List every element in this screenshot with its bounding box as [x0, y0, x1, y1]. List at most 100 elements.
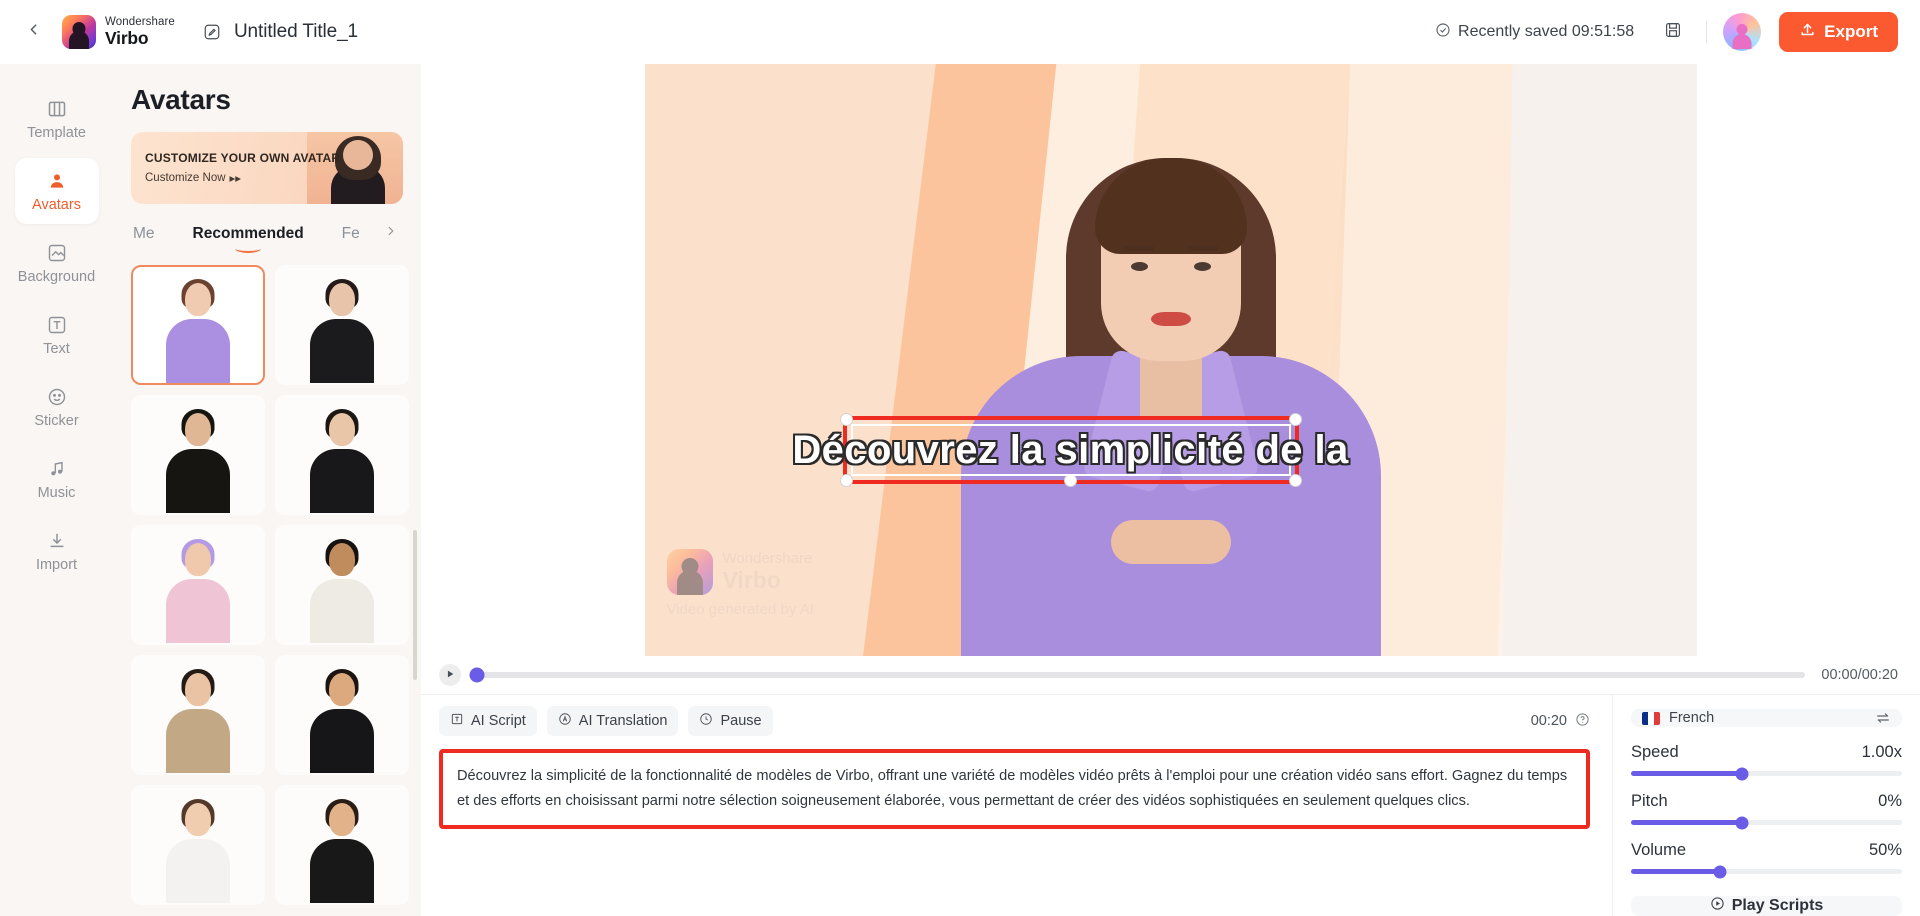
help-circle-icon[interactable] — [1575, 712, 1590, 731]
avatar-card-1[interactable] — [275, 265, 409, 385]
video-stage: Wondershare Virbo Video generated by AI … — [421, 64, 1920, 656]
avatar-card-4[interactable] — [131, 525, 265, 645]
ai-translation-label: AI Translation — [578, 713, 668, 729]
resize-handle-bottom-center[interactable] — [1063, 474, 1077, 487]
tab-female[interactable]: Fe — [340, 225, 362, 243]
avatar-card-0[interactable] — [131, 265, 265, 385]
sidebar-item-background[interactable]: Background — [15, 230, 99, 296]
sidebar-item-template[interactable]: Template — [15, 86, 99, 152]
script-toolbar: AI Script AI Translation Pause 00:20 — [439, 695, 1590, 747]
promo-cta[interactable]: Customize Now ▸▸ — [145, 171, 340, 185]
swap-arrows-icon[interactable] — [1875, 710, 1891, 726]
avatars-panel: Avatars CUSTOMIZE YOUR OWN AVATAR Custom… — [113, 64, 421, 916]
resize-handle-top-right[interactable] — [1288, 413, 1302, 426]
play-scripts-button[interactable]: Play Scripts — [1631, 896, 1902, 916]
speed-slider[interactable] — [1631, 767, 1902, 780]
avatar-card-3[interactable] — [275, 395, 409, 515]
lower-section: AI Script AI Translation Pause 00:20 Déc… — [421, 694, 1920, 916]
document-title[interactable]: Untitled Title_1 — [234, 21, 358, 43]
speed-control: Speed 1.00x — [1631, 743, 1902, 780]
sidebar-item-label: Music — [37, 484, 76, 501]
virbo-app-window: Wondershare Virbo Untitled Title_1 Recen… — [0, 0, 1920, 916]
edit-pencil-icon[interactable] — [203, 23, 222, 42]
pitch-slider[interactable] — [1631, 816, 1902, 829]
upload-icon — [1799, 21, 1816, 43]
tab-recommended[interactable]: Recommended — [191, 225, 306, 243]
sidebar-item-import[interactable]: Import — [15, 518, 99, 584]
sticker-smiley-icon — [46, 386, 68, 408]
ai-translation-button[interactable]: AI Translation — [546, 706, 679, 736]
resize-handle-top-left[interactable] — [839, 413, 853, 426]
avatar-presenter[interactable] — [956, 116, 1386, 656]
pitch-value: 0% — [1878, 792, 1902, 810]
sidebar-item-label: Sticker — [34, 412, 79, 429]
virbo-logo-icon — [62, 15, 96, 49]
export-button-label: Export — [1824, 22, 1878, 41]
volume-slider[interactable] — [1631, 865, 1902, 878]
subtitle-text: Découvrez la simplicité de la — [792, 427, 1349, 472]
virbo-watermark: Wondershare Virbo Video generated by AI — [666, 549, 814, 618]
avatar-grid — [131, 265, 409, 905]
resize-handle-bottom-right[interactable] — [1288, 474, 1302, 487]
save-button[interactable] — [1656, 15, 1690, 49]
avatar-card-2[interactable] — [131, 395, 265, 515]
avatar-person-icon — [46, 170, 68, 192]
sidebar-item-label: Import — [35, 556, 78, 573]
top-bar-right-group: Recently saved 09:51:58 Export — [1435, 12, 1898, 52]
tabs-next-button[interactable] — [384, 224, 398, 243]
script-duration: 00:20 — [1530, 713, 1567, 729]
ai-script-label: AI Script — [471, 713, 526, 729]
panel-scrollbar-track[interactable] — [413, 275, 419, 906]
presenter-mouth — [1150, 312, 1191, 326]
seek-slider-thumb[interactable] — [469, 667, 485, 683]
ai-script-button[interactable]: AI Script — [439, 706, 537, 736]
save-status-text: Recently saved 09:51:58 — [1458, 23, 1635, 40]
speed-label: Speed — [1631, 743, 1679, 761]
sidebar-item-avatars[interactable]: Avatars — [14, 158, 99, 224]
avatar-card-9[interactable] — [275, 785, 409, 905]
avatar-card-8[interactable] — [131, 785, 265, 905]
play-button[interactable] — [439, 664, 461, 686]
presenter-brow — [1187, 246, 1218, 251]
script-panel: AI Script AI Translation Pause 00:20 Déc… — [421, 695, 1612, 916]
floppy-save-icon — [1664, 21, 1682, 44]
customize-avatar-promo[interactable]: CUSTOMIZE YOUR OWN AVATAR Customize Now … — [131, 132, 403, 204]
language-name: French — [1669, 710, 1715, 726]
playback-time: 00:00/00:20 — [1821, 667, 1898, 683]
sidebar-item-text[interactable]: Text — [15, 302, 99, 368]
import-download-icon — [46, 530, 68, 552]
subtitle-selection-box[interactable]: Découvrez la simplicité de la — [792, 413, 1348, 487]
script-textarea[interactable]: Découvrez la simplicité de la fonctionna… — [439, 749, 1590, 830]
panel-scrollbar-thumb[interactable] — [413, 530, 417, 680]
user-avatar[interactable] — [1723, 13, 1762, 51]
script-duration-group: 00:20 — [1531, 712, 1590, 731]
music-note-icon — [46, 458, 68, 480]
resize-handle-bottom-left[interactable] — [839, 474, 853, 487]
presenter-eye — [1130, 262, 1148, 271]
sidebar-item-label: Text — [43, 340, 70, 357]
pause-button[interactable]: Pause — [688, 706, 773, 736]
volume-control: Volume 50% — [1631, 841, 1902, 878]
brand-name-top: Wondershare — [105, 16, 175, 28]
save-status: Recently saved 09:51:58 — [1435, 22, 1634, 43]
video-canvas[interactable]: Wondershare Virbo Video generated by AI … — [644, 64, 1697, 656]
background-shape — [1500, 64, 1697, 656]
back-button[interactable] — [18, 17, 48, 47]
avatar-card-6[interactable] — [131, 655, 265, 775]
editor-center: Wondershare Virbo Video generated by AI … — [421, 64, 1920, 916]
check-circle-icon — [1435, 22, 1451, 43]
tool-rail: Template Avatars Background Text Sticker… — [0, 64, 113, 916]
brand-name-bottom: Virbo — [105, 27, 149, 48]
sidebar-item-sticker[interactable]: Sticker — [15, 374, 99, 440]
presenter-brow — [1123, 246, 1154, 251]
brand-logo-group: Wondershare Virbo — [62, 15, 175, 49]
language-selector[interactable]: French — [1631, 709, 1902, 727]
volume-label: Volume — [1631, 841, 1687, 859]
avatar-card-7[interactable] — [275, 655, 409, 775]
tab-me[interactable]: Me — [131, 225, 157, 243]
avatar-card-5[interactable] — [275, 525, 409, 645]
sidebar-item-music[interactable]: Music — [15, 446, 99, 512]
seek-slider[interactable] — [469, 667, 1806, 683]
avatar-grid-scroll[interactable] — [131, 265, 421, 916]
export-button[interactable]: Export — [1779, 12, 1898, 52]
